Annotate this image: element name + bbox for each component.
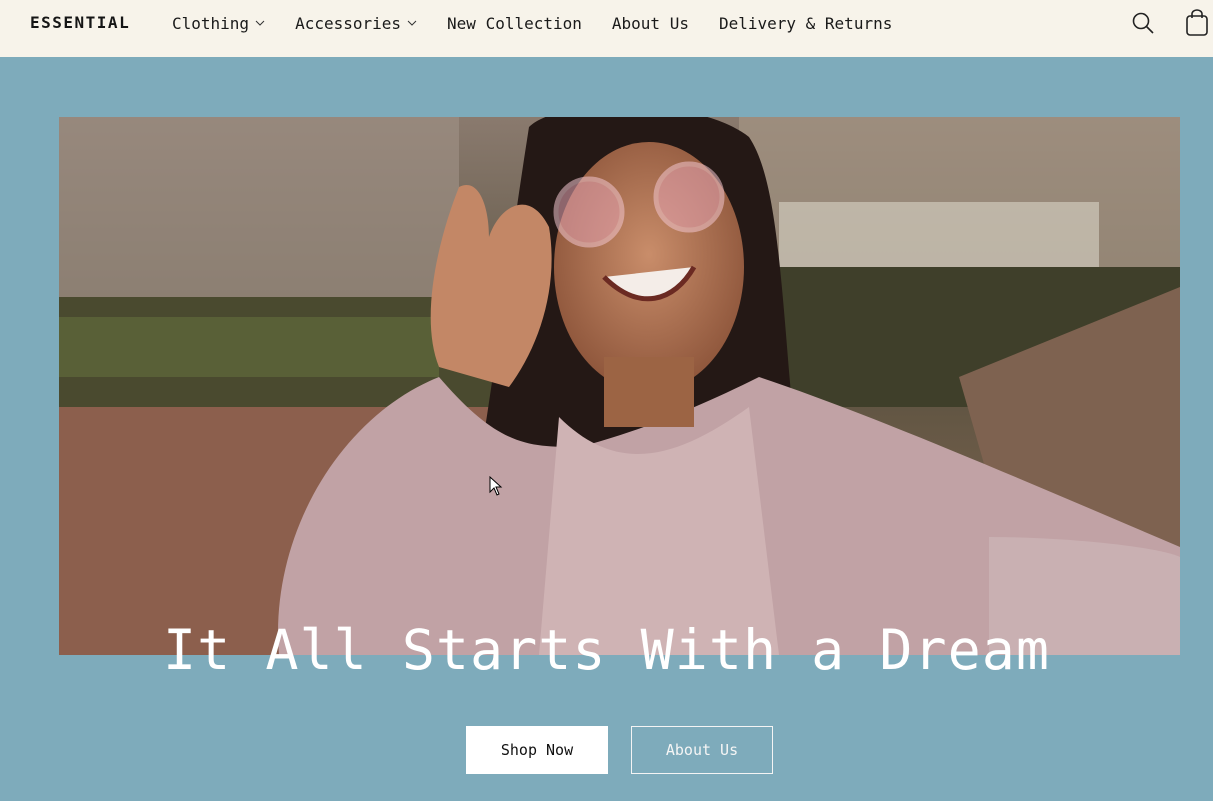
nav-item-label: Accessories	[295, 13, 402, 33]
nav-item-new-collection[interactable]: New Collection	[447, 12, 582, 34]
nav-item-label: New Collection	[447, 13, 582, 33]
chevron-down-icon	[407, 20, 417, 26]
shop-now-button[interactable]: Shop Now	[466, 726, 608, 774]
hero-image	[59, 117, 1180, 655]
nav-item-label: Delivery & Returns	[718, 13, 893, 33]
nav-item-clothing[interactable]: Clothing	[172, 12, 265, 34]
shopping-bag-icon[interactable]	[1184, 9, 1210, 41]
main-nav: Clothing Accessories New Collection Abou…	[172, 12, 922, 34]
search-icon[interactable]	[1131, 11, 1155, 39]
brand-logo[interactable]: ESSENTIAL	[30, 13, 130, 32]
hero-title: It All Starts With a Dream	[163, 618, 1050, 682]
about-us-button[interactable]: About Us	[631, 726, 773, 774]
nav-item-about-us[interactable]: About Us	[612, 12, 689, 34]
nav-item-label: About Us	[611, 13, 689, 33]
nav-item-label: Clothing	[172, 13, 250, 33]
nav-item-delivery-returns[interactable]: Delivery & Returns	[719, 12, 892, 34]
mouse-cursor-icon	[489, 475, 503, 500]
chevron-down-icon	[255, 20, 265, 26]
site-header: ESSENTIAL Clothing Accessories New Colle…	[0, 0, 1213, 57]
nav-item-accessories[interactable]: Accessories	[295, 12, 417, 34]
